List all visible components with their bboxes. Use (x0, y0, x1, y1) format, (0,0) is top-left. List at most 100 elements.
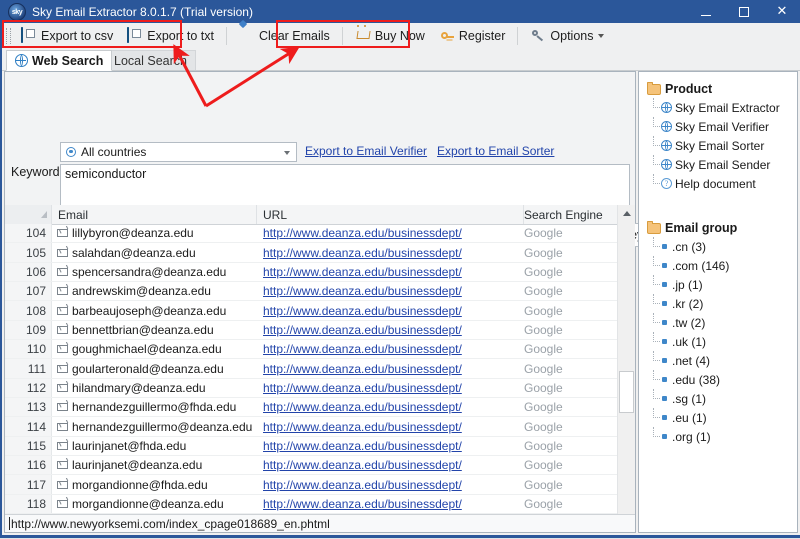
tree-item[interactable]: Sky Email Extractor (639, 98, 797, 117)
options-button[interactable]: Options (523, 24, 611, 48)
chevron-down-icon[interactable] (284, 151, 290, 155)
minimize-button[interactable] (687, 1, 725, 23)
row-url-cell[interactable]: http://www.deanza.edu/businessdept/ (257, 304, 524, 318)
tree-item[interactable]: .tw (2) (639, 313, 797, 332)
chevron-down-icon[interactable] (598, 34, 605, 38)
table-row[interactable]: 113 hernandezguillermo@fhda.edu http://www… (5, 398, 618, 418)
tree-item[interactable]: Sky Email Sorter (639, 136, 797, 155)
register-button[interactable]: Register (432, 24, 513, 48)
product-tree-title-label: Product (665, 82, 713, 96)
tree-connector (649, 370, 661, 389)
row-email-cell[interactable]: salahdan@deanza.edu (52, 246, 257, 260)
table-row[interactable]: 117 morgandionne@fhda.edu http://www.deanz… (5, 475, 618, 495)
client-area: Export to csv Export to txt Clear Emails… (2, 23, 800, 537)
export-to-email-verifier-link[interactable]: Export to Email Verifier (305, 144, 427, 158)
maximize-button[interactable] (725, 1, 763, 23)
column-header-url[interactable]: URL (257, 205, 524, 224)
column-header-email[interactable]: Email (52, 205, 257, 224)
buy-now-button[interactable]: Buy Now (348, 24, 432, 48)
tree-item[interactable]: .edu (38) (639, 370, 797, 389)
table-row[interactable]: 109 bennettbrian@deanza.edu http://www.dea… (5, 320, 618, 341)
row-url-cell[interactable]: http://www.deanza.edu/businessdept/ (257, 439, 524, 453)
row-url-cell[interactable]: http://www.deanza.edu/businessdept/ (257, 400, 524, 414)
row-url-cell[interactable]: http://www.deanza.edu/businessdept/ (257, 381, 524, 395)
row-email-cell[interactable]: andrewskim@deanza.edu (52, 284, 257, 298)
column-header-index[interactable] (5, 205, 52, 224)
row-email-cell[interactable]: hilandmary@deanza.edu (52, 381, 257, 395)
export-to-email-sorter-link[interactable]: Export to Email Sorter (437, 144, 554, 158)
row-url-cell[interactable]: http://www.deanza.edu/businessdept/ (257, 458, 524, 472)
tree-item[interactable]: .cn (3) (639, 237, 797, 256)
scrollbar-thumb[interactable] (619, 371, 634, 413)
row-email-cell[interactable]: morgandionne@deanza.edu (52, 497, 257, 511)
tree-item[interactable]: .jp (1) (639, 275, 797, 294)
export-to-csv-button[interactable]: Export to csv (14, 24, 120, 48)
row-email-text: hernandezguillermo@fhda.edu (72, 400, 237, 415)
row-email-cell[interactable]: spencersandra@deanza.edu (52, 265, 257, 279)
row-email-cell[interactable]: hernandezguillermo@deanza.edu (52, 420, 257, 434)
vertical-scrollbar[interactable] (617, 205, 635, 532)
row-email-cell[interactable]: bennettbrian@deanza.edu (52, 323, 257, 337)
row-url-cell[interactable]: http://www.deanza.edu/businessdept/ (257, 226, 524, 240)
tree-item[interactable]: .net (4) (639, 351, 797, 370)
row-email-cell[interactable]: hernandezguillermo@fhda.edu (52, 400, 257, 414)
status-url-text: http://www.newyorksemi.com/index_cpage01… (11, 516, 330, 531)
table-row[interactable]: 112 hilandmary@deanza.edu http://www.deanz… (5, 378, 618, 399)
table-row[interactable]: 107 andrewskim@deanza.edu http://www.deanz… (5, 282, 618, 302)
toolbar-grip[interactable] (6, 28, 11, 44)
row-email-cell[interactable]: goularteronald@deanza.edu (52, 362, 257, 376)
table-row[interactable]: 108 barbeaujoseph@deanza.edu http://www.de… (5, 301, 618, 321)
table-row[interactable]: 105 salahdan@deanza.edu http://www.deanza.… (5, 243, 618, 263)
tree-item[interactable]: .kr (2) (639, 294, 797, 313)
row-email-cell[interactable]: goughmichael@deanza.edu (52, 342, 257, 356)
title-bar: sky Sky Email Extractor 8.0.1.7 (Trial v… (1, 1, 800, 23)
tree-item[interactable]: .eu (1) (639, 408, 797, 427)
close-button[interactable]: ✕ (763, 1, 800, 23)
table-row[interactable]: 115 laurinjanet@fhda.edu http://www.deanza… (5, 436, 618, 457)
row-url-cell[interactable]: http://www.deanza.edu/businessdept/ (257, 497, 524, 511)
country-select-value: All countries (81, 145, 147, 159)
row-email-text: salahdan@deanza.edu (72, 245, 196, 260)
clear-emails-button[interactable]: Clear Emails (232, 24, 337, 48)
table-row[interactable]: 104 lillybyron@deanza.edu http://www.deanz… (5, 224, 618, 244)
row-url-cell[interactable]: http://www.deanza.edu/businessdept/ (257, 265, 524, 279)
row-url-cell[interactable]: http://www.deanza.edu/businessdept/ (257, 362, 524, 376)
row-url-cell[interactable]: http://www.deanza.edu/businessdept/ (257, 342, 524, 356)
tree-item[interactable]: .sg (1) (639, 389, 797, 408)
tree-item[interactable]: Sky Email Verifier (639, 117, 797, 136)
table-row[interactable]: 106 spencersandra@deanza.edu http://www.de… (5, 262, 618, 283)
tree-item[interactable]: ? Help document (639, 174, 797, 193)
row-index: 115 (5, 436, 52, 456)
folder-icon (647, 220, 661, 234)
tree-item[interactable]: .uk (1) (639, 332, 797, 351)
row-url-cell[interactable]: http://www.deanza.edu/businessdept/ (257, 478, 524, 492)
globe-icon (661, 102, 672, 113)
row-url-cell[interactable]: http://www.deanza.edu/businessdept/ (257, 420, 524, 434)
tree-item-label: .org (1) (672, 429, 711, 444)
tab-web-search[interactable]: Web Search (6, 50, 113, 71)
scroll-up-button[interactable] (618, 205, 635, 222)
table-row[interactable]: 110 goughmichael@deanza.edu http://www.dea… (5, 340, 618, 360)
row-url-cell[interactable]: http://www.deanza.edu/businessdept/ (257, 323, 524, 337)
table-row[interactable]: 114 hernandezguillermo@deanza.edu http://w… (5, 417, 618, 437)
row-url-cell[interactable]: http://www.deanza.edu/businessdept/ (257, 246, 524, 260)
tree-item[interactable]: .org (1) (639, 427, 797, 446)
status-url-bar[interactable]: http://www.newyorksemi.com/index_cpage01… (5, 514, 635, 532)
row-url-cell[interactable]: http://www.deanza.edu/businessdept/ (257, 284, 524, 298)
row-email-cell[interactable]: laurinjanet@deanza.edu (52, 458, 257, 472)
table-row[interactable]: 111 goularteronald@deanza.edu http://www.d… (5, 359, 618, 379)
table-row[interactable]: 116 laurinjanet@deanza.edu http://www.dean… (5, 456, 618, 476)
tree-item[interactable]: .com (146) (639, 256, 797, 275)
table-row[interactable]: 118 morgandionne@deanza.edu http://www.dea… (5, 494, 618, 514)
row-email-cell[interactable]: laurinjanet@fhda.edu (52, 439, 257, 453)
row-email-text: goughmichael@deanza.edu (72, 342, 222, 357)
export-to-txt-button[interactable]: Export to txt (120, 24, 221, 48)
tree-item[interactable]: Sky Email Sender (639, 155, 797, 174)
tree-item-label: .jp (1) (672, 277, 703, 292)
row-email-cell[interactable]: lillybyron@deanza.edu (52, 226, 257, 240)
row-index: 105 (5, 243, 52, 262)
row-email-cell[interactable]: morgandionne@fhda.edu (52, 478, 257, 492)
search-results-pane: All countries Export to Email Verifier E… (4, 71, 687, 533)
row-email-cell[interactable]: barbeaujoseph@deanza.edu (52, 304, 257, 318)
country-select[interactable]: All countries (60, 142, 297, 162)
